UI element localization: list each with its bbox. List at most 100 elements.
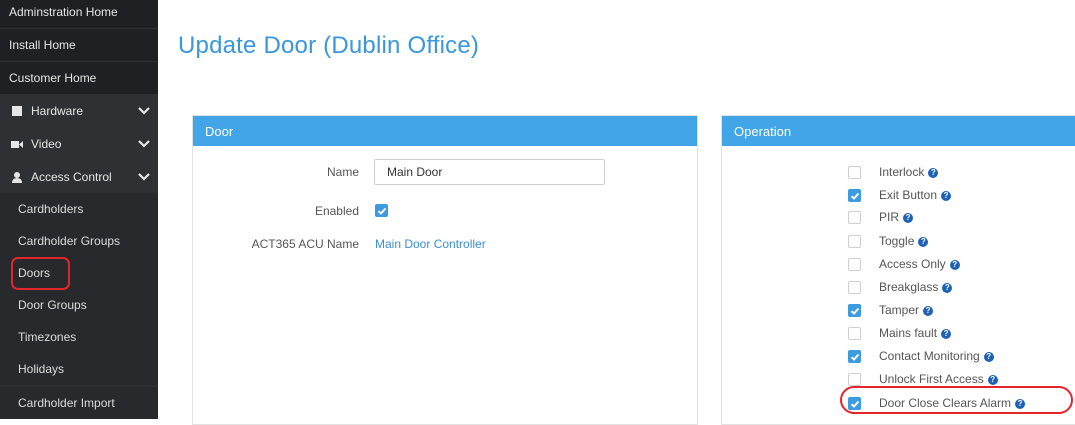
operation-panel-header: Operation — [722, 116, 1075, 146]
operation-option-checkbox[interactable] — [848, 327, 861, 340]
help-icon[interactable]: ? — [903, 213, 914, 223]
acu-name-link[interactable]: Main Door Controller — [375, 237, 486, 251]
sidebar-item-label: Timezones — [18, 330, 77, 344]
operation-option-checkbox[interactable] — [848, 304, 861, 317]
operation-option-label: Access Only? — [879, 257, 960, 271]
operation-option-label: Door Close Clears Alarm? — [879, 396, 1026, 410]
operation-option-text: Toggle — [879, 234, 915, 248]
page-title: Update Door (Dublin Office) — [178, 32, 480, 59]
operation-option-label: Breakglass? — [879, 280, 953, 294]
operation-option[interactable]: Mains fault? — [848, 324, 1075, 344]
operation-option-label: PIR? — [879, 210, 914, 224]
help-icon[interactable]: ? — [1015, 399, 1026, 409]
sidebar-item-label: Adminstration Home — [9, 5, 118, 19]
operation-option[interactable]: Exit Button? — [848, 186, 1075, 206]
sidebar-item-access-control[interactable]: Access Control — [0, 161, 158, 193]
name-label: Name — [326, 165, 359, 179]
operation-option-checkbox[interactable] — [848, 166, 861, 179]
sidebar-item-label: Holidays — [18, 362, 65, 376]
video-icon — [11, 138, 23, 150]
operation-option[interactable]: Door Close Clears Alarm? — [848, 394, 1075, 414]
operation-option[interactable]: Interlock? — [848, 163, 1075, 183]
operation-option-label: Exit Button? — [879, 188, 952, 202]
chevron-down-icon[interactable] — [138, 138, 150, 148]
sidebar-item-administration-home[interactable]: Adminstration Home — [0, 0, 158, 28]
operation-option-text: Exit Button — [879, 188, 938, 202]
operation-option-checkbox[interactable] — [848, 350, 861, 363]
operation-option-checkbox[interactable] — [848, 258, 861, 271]
help-icon[interactable]: ? — [983, 352, 994, 362]
operation-option[interactable]: Access Only? — [848, 255, 1075, 275]
operation-option-text: Interlock — [879, 165, 925, 179]
help-icon[interactable]: ? — [941, 191, 952, 201]
sidebar-item-door-groups[interactable]: Door Groups — [0, 289, 158, 321]
sidebar-item-cardholders[interactable]: Cardholders — [0, 193, 158, 225]
enabled-checkbox[interactable] — [375, 204, 388, 217]
operation-option-text: Mains fault — [879, 326, 938, 340]
operation-option[interactable]: Unlock First Access? — [848, 370, 1075, 390]
help-icon[interactable]: ? — [941, 329, 952, 339]
sidebar-item-doors[interactable]: Doors — [0, 257, 158, 289]
operation-option-label: Tamper? — [879, 303, 934, 317]
operation-option-checkbox[interactable] — [848, 189, 861, 202]
sidebar-item-label: Cardholders — [18, 202, 84, 216]
operation-option-checkbox[interactable] — [848, 281, 861, 294]
sidebar-item-holidays[interactable]: Holidays — [0, 353, 158, 385]
sidebar-item-label: Cardholder Groups — [18, 234, 121, 248]
sidebar-item-timezones[interactable]: Timezones — [0, 321, 158, 353]
operation-option[interactable]: Toggle? — [848, 232, 1075, 252]
operation-option-label: Toggle? — [879, 234, 929, 248]
operation-option-label: Interlock? — [879, 165, 939, 179]
check-icon — [850, 307, 860, 315]
operation-option-text: Access Only — [879, 257, 946, 271]
operation-option-checkbox[interactable] — [848, 373, 861, 386]
user-icon — [11, 171, 23, 183]
sidebar-item-label: Cardholder Import — [18, 396, 115, 410]
operation-panel: Operation Interlock? Exit Button? PIR? Togg… — [721, 115, 1075, 425]
operation-option-text: Door Close Clears Alarm — [879, 396, 1012, 410]
help-icon[interactable]: ? — [918, 237, 929, 247]
operation-option[interactable]: Contact Monitoring? — [848, 347, 1075, 367]
name-input[interactable] — [374, 159, 605, 185]
operation-option-text: Breakglass — [879, 280, 939, 294]
operation-option-text: Contact Monitoring — [879, 349, 980, 363]
door-panel-header: Door — [193, 116, 697, 146]
acu-name-label: ACT365 ACU Name — [251, 237, 359, 251]
operation-option[interactable]: Breakglass? — [848, 278, 1075, 298]
enabled-label: Enabled — [314, 204, 359, 218]
help-icon[interactable]: ? — [949, 260, 960, 270]
sidebar-item-hardware[interactable]: Hardware — [0, 95, 158, 127]
sidebar-item-label: Video — [31, 137, 62, 151]
operation-option-text: Unlock First Access — [879, 372, 984, 386]
sidebar-item-label: Customer Home — [9, 71, 97, 85]
operation-option-checkbox[interactable] — [848, 211, 861, 224]
check-icon — [850, 192, 860, 200]
sidebar-item-label: Doors — [18, 266, 51, 280]
check-icon — [850, 353, 860, 361]
hardware-icon — [11, 105, 23, 117]
operation-option-label: Unlock First Access? — [879, 372, 998, 386]
operation-option-checkbox[interactable] — [848, 235, 861, 248]
sidebar-item-cardholder-import[interactable]: Cardholder Import — [0, 387, 158, 419]
chevron-down-icon[interactable] — [138, 171, 150, 181]
operation-option-label: Contact Monitoring? — [879, 349, 994, 363]
operation-option-checkbox[interactable] — [848, 397, 861, 410]
sidebar-item-video[interactable]: Video — [0, 128, 158, 160]
operation-option[interactable]: Tamper? — [848, 301, 1075, 321]
operation-option[interactable]: PIR? — [848, 208, 1075, 228]
chevron-down-icon[interactable] — [138, 105, 150, 115]
sidebar: Adminstration Home Install Home Customer… — [0, 0, 158, 419]
help-icon[interactable]: ? — [942, 283, 953, 293]
door-panel: Door Name Enabled ACT365 ACU Name Main D… — [192, 115, 698, 425]
help-icon[interactable]: ? — [923, 306, 934, 316]
help-icon[interactable]: ? — [928, 168, 939, 178]
sidebar-item-install-home[interactable]: Install Home — [0, 29, 158, 61]
sidebar-item-label: Door Groups — [18, 298, 87, 312]
operation-option-text: PIR — [879, 210, 900, 224]
operation-option-text: Tamper — [879, 303, 920, 317]
help-icon[interactable]: ? — [987, 375, 998, 385]
check-icon — [850, 400, 860, 408]
sidebar-item-customer-home[interactable]: Customer Home — [0, 62, 158, 94]
sidebar-item-cardholder-groups[interactable]: Cardholder Groups — [0, 225, 158, 257]
operation-option-label: Mains fault? — [879, 326, 952, 340]
